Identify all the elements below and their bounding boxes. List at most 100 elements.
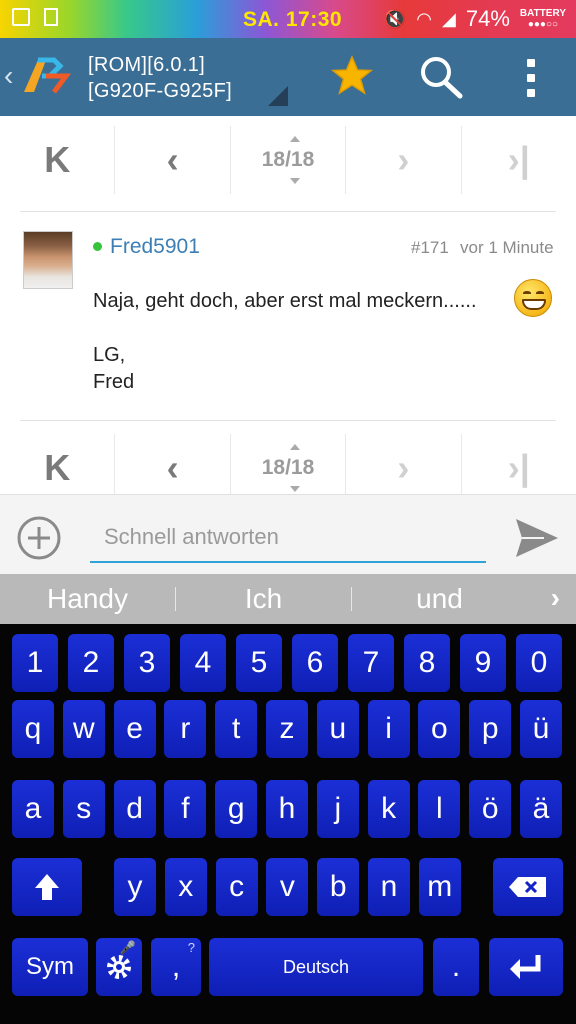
key-letter[interactable]: o — [418, 700, 461, 758]
divider — [20, 420, 556, 421]
app-bar: ‹ [ROM][6.0.1] [G920F-G925F] — [0, 38, 576, 116]
key-digit[interactable]: 4 — [180, 634, 226, 692]
post-timestamp: vor 1 Minute — [460, 238, 554, 257]
quick-reply-bar — [0, 494, 576, 574]
key-digit[interactable]: 7 — [348, 634, 394, 692]
last-page-button[interactable]: ›| — [462, 126, 576, 194]
add-attachment-icon[interactable] — [16, 515, 62, 561]
space-key[interactable]: Deutsch — [209, 938, 423, 996]
key-letter[interactable]: i — [367, 700, 410, 758]
signal-icon: ◢ — [442, 8, 456, 29]
key-digit[interactable]: 6 — [292, 634, 338, 692]
key-letter[interactable]: e — [113, 700, 156, 758]
key-letter[interactable]: z — [266, 700, 308, 758]
key-letter[interactable]: a — [12, 780, 54, 838]
key-letter[interactable]: ö — [469, 780, 512, 838]
enter-key[interactable] — [489, 938, 563, 996]
avatar[interactable] — [23, 231, 73, 289]
key-letter[interactable]: l — [418, 780, 461, 838]
more-suggestions-icon[interactable]: › — [551, 582, 560, 614]
back-icon[interactable]: ‹ — [4, 60, 13, 92]
period-key[interactable]: . — [433, 938, 479, 996]
last-page-button[interactable]: ›| — [462, 434, 576, 502]
key-letter[interactable]: n — [368, 858, 410, 916]
first-page-button[interactable]: K — [0, 434, 116, 502]
pagination-bottom: K ‹ 18/18 › ›| — [0, 434, 576, 502]
quick-reply-input[interactable] — [90, 513, 486, 563]
suggestion-item[interactable]: Handy — [0, 583, 175, 615]
battery-percent: 74% — [465, 6, 510, 31]
comma-key[interactable]: ? , — [151, 938, 201, 996]
symbols-key[interactable]: Sym — [12, 938, 88, 996]
suggestion-item[interactable]: Ich — [176, 583, 351, 615]
key-letter[interactable]: p — [469, 700, 512, 758]
overflow-menu-icon[interactable] — [516, 56, 546, 100]
status-time: SA. 17:30 — [243, 8, 343, 31]
key-letter[interactable]: u — [316, 700, 359, 758]
battery-icon: BATTERY ●●●○○ — [519, 8, 566, 30]
key-letter[interactable]: h — [266, 780, 308, 838]
backspace-key[interactable] — [493, 858, 563, 916]
key-digit[interactable]: 1 — [12, 634, 58, 692]
post-line: Naja, geht doch, aber erst mal meckern..… — [93, 290, 477, 312]
key-letter[interactable]: ü — [520, 700, 562, 758]
prev-page-button[interactable]: ‹ — [115, 126, 231, 194]
key-letter[interactable]: s — [62, 780, 105, 838]
next-page-button[interactable]: › — [346, 126, 462, 194]
online-status-icon — [93, 242, 102, 251]
key-letter[interactable]: y — [114, 858, 156, 916]
key-letter[interactable]: x — [164, 858, 207, 916]
thread-title[interactable]: [ROM][6.0.1] [G920F-G925F] — [88, 52, 232, 104]
key-digit[interactable]: 3 — [124, 634, 170, 692]
enter-icon — [510, 955, 541, 979]
key-letter[interactable]: r — [164, 700, 207, 758]
key-digit[interactable]: 2 — [68, 634, 114, 692]
shift-key[interactable] — [12, 858, 82, 916]
page-count: 18/18 — [261, 136, 315, 184]
key-letter[interactable]: t — [215, 700, 258, 758]
post-body: Naja, geht doch, aber erst mal meckern..… — [93, 288, 477, 396]
thread-title-line1: [ROM][6.0.1] — [88, 54, 205, 76]
app-logo-icon[interactable] — [20, 54, 72, 98]
key-letter[interactable]: v — [266, 858, 309, 916]
mic-icon: 🎤 — [119, 940, 136, 955]
key-letter[interactable]: ä — [520, 780, 562, 838]
pagination-top: K ‹ 18/18 › ›| — [0, 126, 576, 194]
key-digit[interactable]: 5 — [236, 634, 282, 692]
key-letter[interactable]: j — [316, 780, 359, 838]
keyboard-suggestions: Handy Ich und › — [0, 574, 576, 624]
page-selector[interactable]: 18/18 — [231, 126, 347, 194]
send-icon[interactable] — [514, 517, 560, 559]
key-letter[interactable]: b — [317, 858, 360, 916]
post-username[interactable]: Fred5901 — [110, 235, 200, 259]
keyboard: Sym 🎤 ? , Deutsch . 1234567890 qwertzuiop… — [0, 624, 576, 1024]
key-letter[interactable]: f — [164, 780, 207, 838]
key-digit[interactable]: 8 — [404, 634, 450, 692]
key-letter[interactable]: g — [215, 780, 258, 838]
gallery-notification-icon — [12, 8, 30, 26]
page-selector[interactable]: 18/18 — [231, 434, 347, 502]
search-icon[interactable] — [418, 54, 464, 100]
post-line: Fred — [93, 371, 135, 393]
favorite-star-icon[interactable] — [330, 54, 374, 98]
key-digit[interactable]: 9 — [460, 634, 506, 692]
post-number: #171 — [411, 238, 449, 257]
shift-icon — [35, 874, 59, 900]
key-letter[interactable]: w — [62, 700, 105, 758]
key-letter[interactable]: c — [215, 858, 258, 916]
key-letter[interactable]: m — [418, 858, 461, 916]
thread-title-line2: [G920F-G925F] — [88, 80, 232, 102]
prev-page-button[interactable]: ‹ — [115, 434, 231, 502]
wifi-icon: ◠ — [416, 8, 432, 29]
status-bar: SA. 17:30 🔇 ◠ ◢ 74% BATTERY ●●●○○ — [0, 0, 576, 38]
grin-emoji-icon — [514, 279, 552, 317]
dropdown-corner-icon[interactable] — [268, 86, 288, 106]
key-letter[interactable]: d — [113, 780, 156, 838]
first-page-button[interactable]: K — [0, 126, 116, 194]
next-page-button[interactable]: › — [346, 434, 462, 502]
key-letter[interactable]: k — [367, 780, 410, 838]
suggestion-item[interactable]: und — [352, 583, 527, 615]
key-digit[interactable]: 0 — [516, 634, 562, 692]
settings-key[interactable]: 🎤 — [96, 938, 142, 996]
key-letter[interactable]: q — [12, 700, 54, 758]
